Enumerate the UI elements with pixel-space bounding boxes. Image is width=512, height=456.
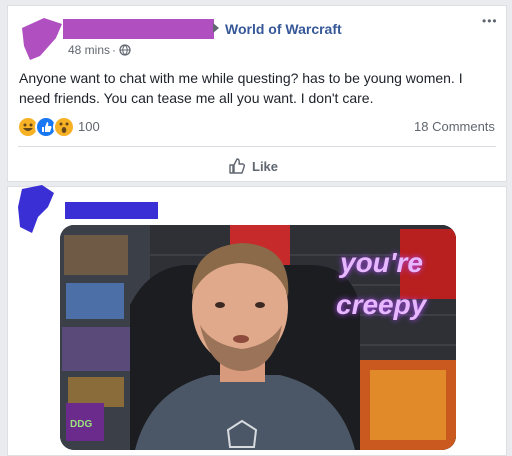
arrow-right-icon (213, 23, 219, 33)
wow-reaction-icon[interactable] (53, 116, 75, 138)
reaction-count[interactable]: 100 (78, 119, 100, 134)
gif-logo: DDG (70, 419, 93, 430)
author-name-redacted[interactable] (63, 19, 214, 39)
group-name-link[interactable]: World of Warcraft (225, 21, 342, 37)
commenter-name-redacted[interactable] (65, 202, 158, 219)
gif-caption-line1: you're (340, 247, 423, 278)
author-avatar-redacted[interactable] (14, 16, 64, 62)
comments-count-link[interactable]: 18 Comments (414, 119, 495, 134)
like-button[interactable]: Like (228, 156, 278, 176)
comment-card: you're creepy DDG (7, 183, 507, 456)
gif-attachment[interactable]: you're creepy DDG (60, 225, 456, 450)
more-options-icon[interactable]: ••• (482, 14, 498, 28)
commenter-avatar-redacted[interactable] (10, 183, 58, 239)
thumbs-up-icon (229, 158, 246, 174)
post-timestamp[interactable]: 48 mins (68, 43, 110, 57)
gif-caption-line2: creepy (336, 289, 427, 320)
like-button-label: Like (252, 158, 279, 174)
post-card: World of Warcraft 48 mins · ••• Anyone w… (7, 5, 507, 182)
divider (18, 146, 496, 147)
privacy-globe-icon (119, 44, 131, 56)
meta-separator: · (112, 43, 116, 57)
post-text: Anyone want to chat with me while questi… (19, 70, 463, 106)
